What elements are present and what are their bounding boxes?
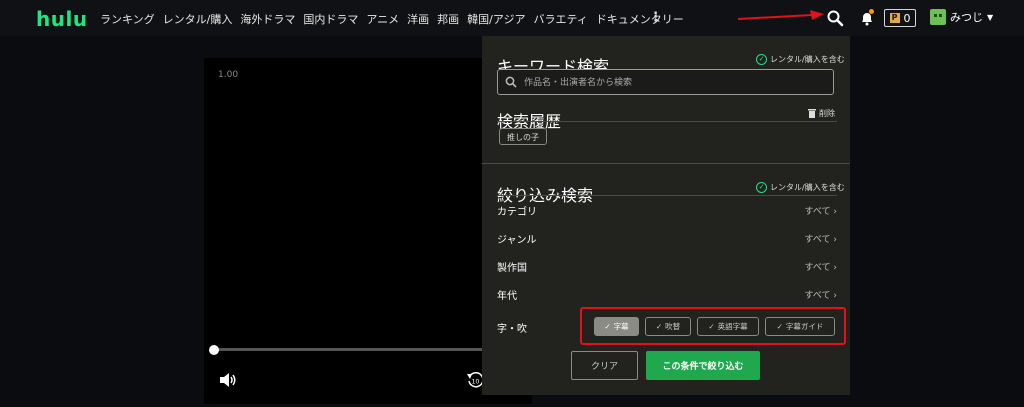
subtitle-dub-label: 字・吹 bbox=[497, 324, 527, 335]
hulu-logo[interactable]: hulu bbox=[36, 7, 88, 31]
nav-anime[interactable]: アニメ bbox=[366, 11, 399, 27]
option-label: 吹替 bbox=[665, 322, 681, 331]
filter-row-country[interactable]: 製作国 すべて › bbox=[497, 255, 837, 277]
delete-label: 削除 bbox=[819, 109, 835, 118]
volume-icon[interactable] bbox=[219, 373, 237, 387]
option-dubbed[interactable]: ✓ 吹替 bbox=[645, 317, 691, 336]
option-english-subtitles[interactable]: ✓ 英語字幕 bbox=[697, 317, 759, 336]
trash-icon bbox=[808, 109, 816, 118]
filter-row-value: すべて › bbox=[804, 290, 838, 301]
main-nav: ランキング レンタル/購入 海外ドラマ 国内ドラマ アニメ 洋画 邦画 韓国/ア… bbox=[100, 11, 684, 27]
check-icon: ✓ bbox=[776, 322, 783, 331]
filter-row-label: 製作国 bbox=[497, 262, 527, 274]
notification-dot bbox=[869, 9, 874, 14]
nav-rental[interactable]: レンタル/購入 bbox=[163, 11, 233, 27]
nav-western-movies[interactable]: 洋画 bbox=[407, 11, 429, 27]
include-rental-checkbox[interactable]: ✓ レンタル/購入を含む bbox=[756, 54, 845, 65]
filter-row-label: ジャンル bbox=[497, 234, 537, 246]
nav-japanese-movies[interactable]: 邦画 bbox=[437, 11, 459, 27]
user-menu[interactable]: みつじ ▼ bbox=[930, 9, 993, 25]
chevron-right-icon: › bbox=[833, 206, 837, 217]
points-count: 0 bbox=[903, 11, 911, 25]
nav-ranking[interactable]: ランキング bbox=[100, 11, 155, 27]
nav-documentary[interactable]: ドキュメンタリー bbox=[596, 11, 684, 27]
option-subtitle-guide[interactable]: ✓ 字幕ガイド bbox=[765, 317, 835, 336]
option-label: 英語字幕 bbox=[717, 322, 748, 331]
playback-speed: 1.00 bbox=[218, 70, 239, 80]
points-badge[interactable]: P 0 bbox=[884, 9, 916, 27]
keyword-search-field[interactable] bbox=[497, 69, 834, 95]
clear-button[interactable]: クリア bbox=[571, 351, 638, 380]
nav-variety[interactable]: バラエティ bbox=[533, 11, 587, 27]
annotation-arrow-icon bbox=[738, 10, 824, 20]
chevron-down-icon: ▼ bbox=[987, 12, 994, 22]
divider bbox=[497, 195, 837, 196]
filter-row-era[interactable]: 年代 すべて › bbox=[497, 283, 837, 305]
check-icon: ✓ bbox=[655, 322, 663, 331]
nav-korea-asia[interactable]: 韓国/アジア bbox=[467, 11, 525, 27]
seek-bar[interactable] bbox=[213, 348, 493, 351]
nav-domestic-drama[interactable]: 国内ドラマ bbox=[303, 11, 358, 27]
svg-text:10: 10 bbox=[472, 379, 480, 386]
filter-row-value: すべて › bbox=[804, 262, 838, 273]
filter-row-label: 年代 bbox=[497, 290, 517, 302]
search-icon[interactable] bbox=[826, 9, 844, 27]
divider bbox=[497, 121, 837, 122]
filter-row-label: カテゴリ bbox=[497, 206, 537, 218]
apply-filter-button[interactable]: この条件で絞り込む bbox=[646, 351, 760, 380]
divider bbox=[482, 163, 850, 164]
check-icon: ✓ bbox=[604, 322, 611, 331]
option-label: 字幕 bbox=[613, 322, 629, 331]
check-circle-icon: ✓ bbox=[756, 54, 767, 65]
delete-history-button[interactable]: 削除 bbox=[808, 108, 835, 119]
chevron-right-icon: › bbox=[833, 262, 837, 273]
chevron-right-icon: › bbox=[833, 234, 837, 245]
chevron-right-icon: › bbox=[833, 290, 837, 301]
top-header: hulu ランキング レンタル/購入 海外ドラマ 国内ドラマ アニメ 洋画 邦画… bbox=[0, 0, 1024, 36]
filter-row-value: すべて › bbox=[804, 234, 838, 245]
option-label: 字幕ガイド bbox=[785, 322, 824, 331]
check-circle-icon: ✓ bbox=[756, 182, 767, 193]
seek-handle[interactable] bbox=[209, 345, 219, 355]
filter-include-rental-checkbox[interactable]: ✓ レンタル/購入を含む bbox=[756, 182, 845, 193]
filter-row-value: すべて › bbox=[804, 206, 838, 217]
more-menu-icon[interactable]: ⋮ bbox=[649, 10, 662, 25]
filter-row-category[interactable]: カテゴリ すべて › bbox=[497, 199, 837, 221]
search-icon bbox=[505, 76, 517, 88]
points-icon: P bbox=[889, 13, 900, 23]
option-subtitles[interactable]: ✓ 字幕 bbox=[594, 317, 639, 336]
include-rental-label: レンタル/購入を含む bbox=[770, 55, 845, 64]
history-chip[interactable]: 推しの子 bbox=[499, 128, 547, 145]
nav-foreign-drama[interactable]: 海外ドラマ bbox=[240, 11, 295, 27]
check-icon: ✓ bbox=[708, 322, 715, 331]
avatar bbox=[930, 9, 946, 25]
username: みつじ bbox=[950, 11, 983, 24]
search-input[interactable] bbox=[522, 74, 826, 92]
filter-include-rental-label: レンタル/購入を含む bbox=[770, 183, 845, 192]
filter-row-genre[interactable]: ジャンル すべて › bbox=[497, 227, 837, 249]
